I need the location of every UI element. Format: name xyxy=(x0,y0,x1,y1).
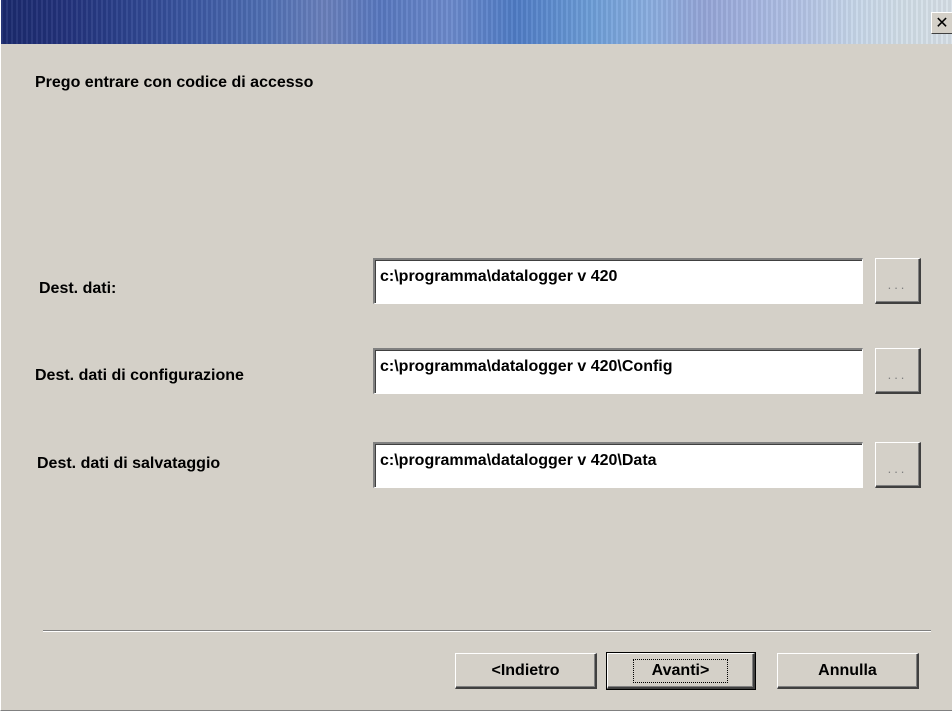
dest-save-browse-button[interactable]: ... xyxy=(875,442,921,488)
back-button[interactable]: <Indietro xyxy=(455,653,597,689)
back-button-label: <Indietro xyxy=(491,661,560,679)
next-button-label: Avanti> xyxy=(632,658,729,683)
dest-data-label: Dest. dati: xyxy=(39,280,117,297)
cancel-button-label: Annulla xyxy=(818,661,877,679)
dest-config-input[interactable]: c:\programma\datalogger v 420\Config xyxy=(373,348,863,394)
title-bar-texture xyxy=(1,0,952,44)
dest-config-label: Dest. dati di configurazione xyxy=(35,367,244,384)
cancel-button[interactable]: Annulla xyxy=(777,653,919,689)
close-icon: ✕ xyxy=(935,13,949,32)
setup-dialog: ✕ Prego entrare con codice di accesso De… xyxy=(0,0,952,711)
button-separator xyxy=(43,630,931,632)
dest-config-browse-button[interactable]: ... xyxy=(875,348,921,394)
next-button[interactable]: Avanti> xyxy=(606,652,756,690)
dest-save-label: Dest. dati di salvataggio xyxy=(37,455,221,472)
dest-save-input[interactable]: c:\programma\datalogger v 420\Data xyxy=(373,442,863,488)
dest-data-browse-button[interactable]: ... xyxy=(875,258,921,304)
close-button[interactable]: ✕ xyxy=(931,12,952,34)
page-heading: Prego entrare con codice di accesso xyxy=(35,74,314,91)
title-bar[interactable]: ✕ xyxy=(1,0,952,44)
dest-data-input[interactable]: c:\programma\datalogger v 420 xyxy=(373,258,863,304)
